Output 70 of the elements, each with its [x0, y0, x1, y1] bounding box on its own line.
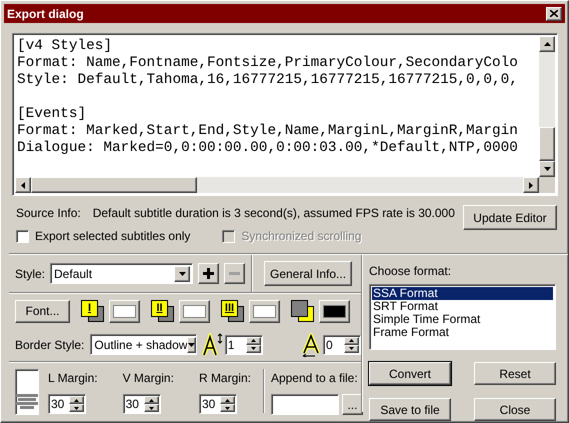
close-button[interactable]: [546, 6, 562, 20]
margin-spinner[interactable]: 30: [198, 394, 237, 414]
margin-label: R Margin:: [198, 370, 251, 387]
alignment-preview[interactable]: [15, 369, 39, 415]
add-button[interactable]: [198, 263, 220, 284]
up-arrow-icon: [544, 42, 550, 46]
code-line: [v4 Styles]: [17, 38, 113, 55]
button[interactable]: Save to file: [369, 398, 451, 421]
format-item[interactable]: SRT Format: [372, 300, 553, 313]
source-info-label: Source Info:: [16, 205, 81, 222]
shadow-depth-spinner[interactable]: 0: [323, 334, 361, 354]
scroll-thumb[interactable]: [31, 177, 197, 193]
outline-width-icon: [202, 332, 223, 356]
color-slot-label: III: [221, 300, 238, 317]
format-item[interactable]: SSA Format: [372, 287, 553, 300]
format-item[interactable]: Frame Format: [372, 326, 553, 339]
code-line: Format: Marked,Start,End,Style,Name,MarginL,MarginR,Margin: [17, 123, 519, 140]
button[interactable]: ...: [342, 394, 363, 415]
checkbox-label: Synchronized scrolling: [241, 228, 362, 245]
scroll-thumb[interactable]: [539, 127, 555, 161]
button[interactable]: Update Editor: [463, 205, 557, 230]
horizontal-scrollbar[interactable]: [15, 177, 539, 193]
scrollbar-corner: [539, 177, 555, 193]
margin-label: L Margin:: [48, 370, 98, 387]
button[interactable]: General Info...: [264, 261, 352, 286]
append-file-field[interactable]: [270, 394, 339, 415]
button[interactable]: Font...: [15, 300, 70, 322]
align-bottom-icon: [16, 394, 38, 409]
right-arrow-icon: [529, 182, 533, 188]
vertical-scrollbar[interactable]: [539, 36, 555, 177]
append-label: Append to a file:: [270, 370, 359, 387]
code-line: Dialogue: Marked=0,0:00:00.00,0:00:03.00,*Default,NTP,0000: [17, 140, 519, 157]
color-slot-label: II: [151, 300, 168, 317]
margin-spinner[interactable]: 30: [122, 394, 161, 414]
format-item[interactable]: Simple Time Format: [372, 313, 553, 326]
down-arrow-icon: [544, 167, 550, 171]
color-slot-label: I: [81, 300, 98, 317]
margin-spinner[interactable]: 30: [48, 394, 86, 414]
color-swatch-button[interactable]: [319, 300, 350, 322]
format-list[interactable]: SSA Format SRT Format Simple Time Format Frame Format: [369, 284, 556, 350]
margin-label: V Margin:: [122, 370, 174, 387]
style-label: Style:: [15, 266, 46, 282]
button[interactable]: Reset: [474, 362, 556, 385]
code-line: Style: Default,Tahoma,16,16777215,16777215,16777215,0,0,0,: [17, 72, 519, 89]
scroll-down-button[interactable]: [539, 161, 555, 177]
border-style-dropdown[interactable]: Outline + shadow: [90, 334, 198, 355]
checkbox[interactable]: [16, 230, 29, 242]
checkbox-label: Export selected subtitles only: [35, 228, 190, 245]
close-icon: [550, 10, 558, 17]
text-preview[interactable]: [12, 33, 558, 196]
color-swatch-button[interactable]: [109, 300, 140, 322]
left-arrow-icon: [21, 182, 25, 188]
color-swatch-button[interactable]: [249, 300, 280, 322]
scroll-up-button[interactable]: [539, 36, 555, 52]
shadow-color-icon: [291, 300, 315, 322]
scroll-right-button[interactable]: [523, 177, 539, 193]
outline-width-spinner[interactable]: 1: [224, 334, 263, 354]
code-line: Format: Name,Fontname,Fontsize,PrimaryColour,SecondaryColo: [17, 55, 519, 72]
choose-format-label: Choose format:: [369, 263, 452, 280]
window-title: Export dialog: [7, 6, 85, 22]
style-dropdown[interactable]: Default: [50, 263, 194, 284]
source-info-text: Default subtitle duration is 3 second(s), assumed FPS rate is 30.000: [92, 205, 455, 222]
border-style-label: Border Style:: [15, 336, 84, 354]
shadow-depth-icon: [300, 332, 321, 356]
scroll-left-button[interactable]: [15, 177, 31, 193]
plus-icon: [203, 268, 214, 279]
button[interactable]: Close: [474, 398, 556, 421]
button[interactable]: Convert: [369, 362, 451, 385]
code-line: [Events]: [17, 106, 87, 123]
color-swatch-button[interactable]: [179, 300, 210, 322]
